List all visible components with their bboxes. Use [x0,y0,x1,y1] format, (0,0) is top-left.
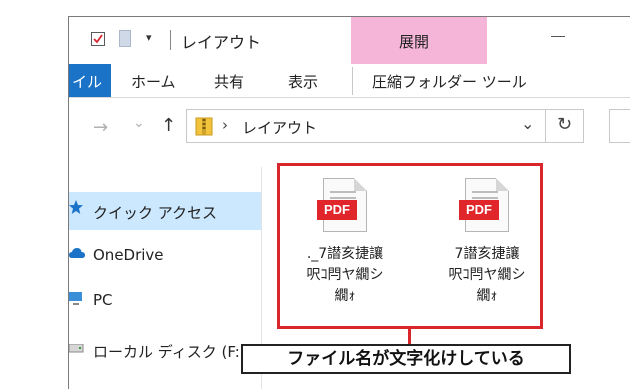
annotation-label: ファイル名が文字化けしている [241,344,571,374]
properties-checkbox-icon[interactable] [91,32,105,46]
context-tab-label: 展開 [399,33,430,51]
recent-locations-icon[interactable]: ⌄ [133,115,145,131]
sidebar-item-quick-access[interactable]: クイック アクセス [93,202,217,223]
forward-icon[interactable]: → [93,117,108,138]
qat-dropdown-icon[interactable]: ▾ [146,31,152,44]
address-path[interactable]: レイアウト [242,117,317,138]
cloud-icon [69,248,85,258]
refresh-button[interactable]: ↻ [546,109,584,143]
window-title: レイアウト [181,33,262,52]
drive-icon [69,344,84,353]
annotation-highlight-box [277,163,543,329]
star-icon [69,200,83,214]
sidebar-item-local-disk[interactable]: ローカル ディスク (F:) [93,341,246,362]
minimize-icon[interactable] [551,36,565,37]
sidebar-item-pc[interactable]: PC [93,291,113,309]
file-tab-label: イル [72,73,103,91]
zip-folder-icon [195,117,213,136]
address-bar[interactable]: › レイアウト ⌄ [186,109,546,143]
context-tab-extract[interactable]: 展開 [351,17,487,64]
ribbon-divider [69,97,630,98]
refresh-icon: ↻ [557,114,573,135]
tab-compressed-folder-tools[interactable]: 圧縮フォルダー ツール [372,71,527,92]
sidebar-item-onedrive[interactable]: OneDrive [93,246,164,264]
title-separator [170,30,171,50]
tab-home[interactable]: ホーム [131,71,176,92]
pc-icon [69,292,82,305]
search-input[interactable] [609,109,630,143]
tab-share[interactable]: 共有 [214,71,244,92]
ribbon-separator [352,67,353,95]
file-tab[interactable]: イル [69,64,111,97]
path-separator-icon: › [222,116,228,134]
address-dropdown-icon[interactable]: ⌄ [521,114,534,133]
new-folder-icon[interactable] [119,30,131,47]
up-icon[interactable]: ↑ [161,115,176,136]
tab-view[interactable]: 表示 [288,71,318,92]
